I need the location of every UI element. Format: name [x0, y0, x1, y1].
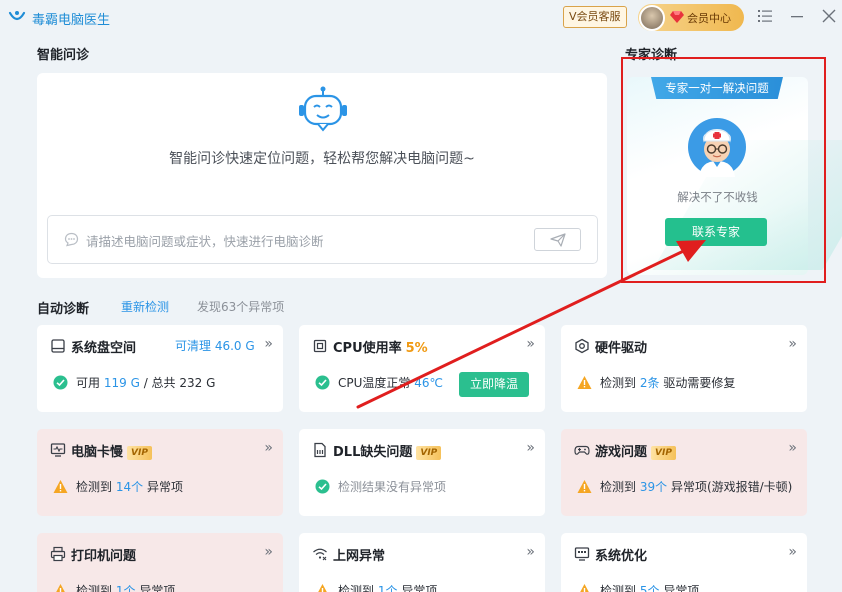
warning-icon: [577, 376, 592, 389]
tile-disk-space[interactable]: 系统盘空间 可清理 46.0 G » 可用 119 G / 总共 232 G: [37, 325, 283, 412]
warning-icon: [53, 480, 68, 493]
vip-service-button[interactable]: V会员客服: [563, 6, 627, 28]
tile-status: 检测到 1个 异常项: [53, 582, 175, 592]
cpu-icon: [313, 339, 327, 353]
double-chevron-icon[interactable]: »: [788, 336, 797, 352]
tile-status: 检测结果没有异常项: [315, 478, 446, 495]
tile-status: 可用 119 G / 总共 232 G: [53, 374, 215, 391]
monitor-grid-icon: [574, 547, 590, 561]
tile-printer[interactable]: 打印机问题 » 检测到 1个 异常项: [37, 533, 283, 592]
gamepad-icon: [574, 445, 590, 455]
warning-icon: [56, 584, 65, 592]
check-circle-icon: [53, 375, 68, 390]
tile-cpu-usage[interactable]: CPU使用率 5% » CPU温度正常 46℃ 立即降温: [299, 325, 545, 412]
monitor-pulse-icon: [50, 443, 66, 457]
double-chevron-icon[interactable]: »: [526, 336, 535, 352]
robot-icon: [299, 86, 347, 132]
cool-down-button[interactable]: 立即降温: [459, 372, 529, 397]
double-chevron-icon[interactable]: »: [788, 440, 797, 456]
tile-title: 游戏问题 VIP: [595, 441, 676, 460]
send-icon: [549, 232, 566, 247]
smart-description: 智能问诊快速定位问题，轻松帮您解决电脑问题~: [169, 151, 475, 167]
minimize-icon: [791, 16, 803, 18]
tile-title: 上网异常: [333, 549, 386, 564]
diamond-icon: [670, 11, 684, 23]
tile-status: 检测到 39个 异常项(游戏报错/卡顿): [577, 478, 792, 495]
user-avatar[interactable]: [639, 5, 665, 31]
tile-title: 系统盘空间: [71, 341, 137, 356]
tile-title: DLL缺失问题 VIP: [333, 441, 442, 460]
warning-icon: [580, 584, 589, 592]
warning-icon: [318, 584, 327, 592]
tile-hardware-driver[interactable]: 硬件驱动 » 检测到 2条 驱动需要修复: [561, 325, 807, 412]
tile-title: 系统优化: [595, 549, 648, 564]
app-title: 毒霸电脑医生: [32, 13, 111, 28]
check-circle-icon: [315, 479, 330, 494]
tile-system-optimize[interactable]: 系统优化 » 检测到 5个 异常项: [561, 533, 807, 592]
tile-game-issues[interactable]: 游戏问题 VIP » 检测到 39个 异常项(游戏报错/卡顿): [561, 429, 807, 516]
contact-expert-button[interactable]: 联系专家: [665, 218, 767, 246]
tile-pc-lag[interactable]: 电脑卡慢 VIP » 检测到 14个 异常项: [37, 429, 283, 516]
tile-title: 打印机问题: [71, 549, 137, 564]
check-circle-icon: [315, 375, 330, 390]
minimize-button[interactable]: [787, 6, 807, 26]
expert-section-title: 专家诊断: [625, 48, 678, 63]
chat-bubble-icon: [64, 232, 79, 247]
send-button[interactable]: [534, 228, 581, 251]
printer-icon: [50, 546, 66, 562]
warning-icon: [577, 480, 592, 493]
vip-badge: VIP: [416, 445, 442, 460]
close-button[interactable]: [819, 6, 839, 26]
expert-note: 解决不了不收钱: [677, 190, 758, 204]
menu-button[interactable]: [755, 6, 775, 26]
found-count: 发现63个异常项: [197, 300, 285, 314]
recheck-link[interactable]: 重新检测: [121, 298, 169, 315]
tile-status: 检测到 14个 异常项: [53, 478, 183, 495]
tile-title: CPU使用率 5%: [333, 341, 428, 356]
tile-status: CPU温度正常 46℃: [315, 374, 443, 391]
app-logo-icon: [8, 11, 26, 21]
tile-title: 硬件驱动: [595, 341, 648, 356]
double-chevron-icon[interactable]: »: [264, 440, 273, 456]
diagnosis-placeholder: 请描述电脑问题或症状，快速进行电脑诊断: [86, 234, 324, 249]
tile-dll-missing[interactable]: DLL缺失问题 VIP » 检测结果没有异常项: [299, 429, 545, 516]
close-icon: [822, 9, 836, 23]
cleanable-size: 可清理 46.0 G: [175, 339, 255, 353]
cpu-percent: 5%: [405, 341, 428, 356]
double-chevron-icon[interactable]: »: [264, 336, 273, 352]
member-center-label: 会员中心: [687, 12, 731, 25]
double-chevron-icon[interactable]: »: [264, 544, 273, 560]
tile-status: 检测到 2条 驱动需要修复: [577, 374, 735, 391]
dll-file-icon: [314, 442, 326, 458]
double-chevron-icon[interactable]: »: [526, 440, 535, 456]
menu-icon: [758, 10, 772, 22]
tile-status: 检测到 1个 异常项: [315, 582, 437, 592]
wifi-error-icon: [313, 548, 327, 561]
expert-ribbon: 专家一对一解决问题: [651, 77, 783, 99]
tile-network[interactable]: 上网异常 » 检测到 1个 异常项: [299, 533, 545, 592]
double-chevron-icon[interactable]: »: [788, 544, 797, 560]
double-chevron-icon[interactable]: »: [526, 544, 535, 560]
vip-badge: VIP: [127, 445, 152, 460]
disk-icon: [51, 339, 65, 353]
smart-section-title: 智能问诊: [37, 48, 90, 63]
doctor-avatar-icon: [688, 118, 746, 177]
tile-status: 检测到 5个 异常项: [577, 582, 699, 592]
auto-section-title: 自动诊断: [37, 302, 90, 317]
hexagon-gear-icon: [575, 338, 589, 354]
tile-title: 电脑卡慢 VIP: [71, 441, 152, 460]
vip-badge: VIP: [651, 445, 676, 460]
